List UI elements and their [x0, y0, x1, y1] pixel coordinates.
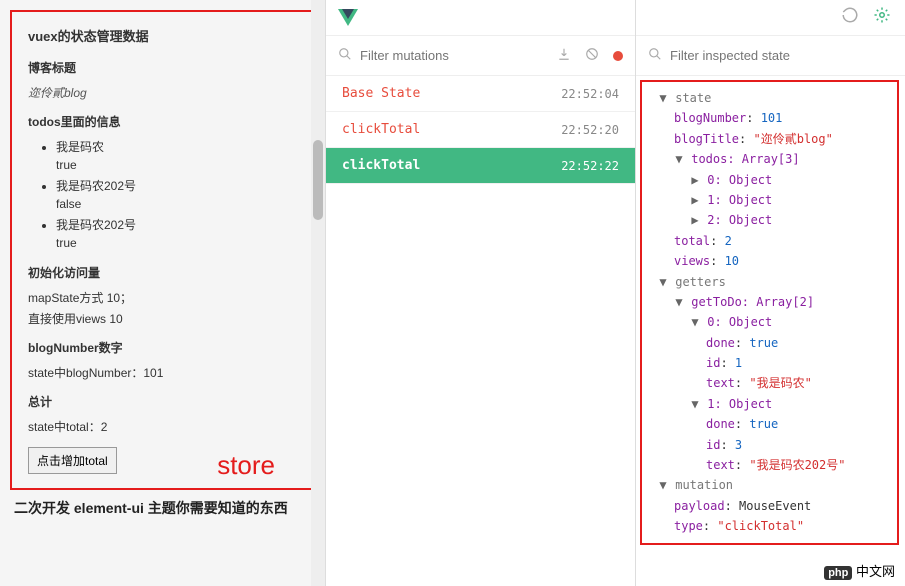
list-item: 我是码农202号false — [56, 177, 297, 213]
tree-section-mutation[interactable]: ▼ mutation — [644, 475, 893, 495]
tree-item[interactable]: blogNumber: 101 — [644, 108, 893, 128]
watermark: php php中文网中文网 — [824, 561, 895, 580]
tree-item[interactable]: ▼ 1: Object — [644, 394, 893, 414]
mutation-row[interactable]: Base State 22:52:04 — [326, 76, 635, 112]
tree-item[interactable]: ▼ todos: Array[3] — [644, 149, 893, 169]
mutation-name: clickTotal — [342, 158, 420, 173]
store-annotation: store — [217, 450, 275, 481]
tree-item[interactable]: ▼ getToDo: Array[2] — [644, 292, 893, 312]
tree-item[interactable]: ▶ 0: Object — [644, 170, 893, 190]
article-title: 二次开发 element-ui 主题你需要知道的东西 — [10, 490, 315, 518]
state-inspector-panel: ▼ state blogNumber: 101 blogTitle: "迩伶貳b… — [635, 0, 905, 586]
tree-item[interactable]: total: 2 — [644, 231, 893, 251]
devtools-header — [326, 0, 635, 36]
filter-state-input[interactable] — [670, 48, 893, 63]
scrollbar-thumb[interactable] — [313, 140, 323, 220]
tree-item[interactable]: blogTitle: "迩伶貳blog" — [644, 129, 893, 149]
search-icon — [338, 47, 352, 64]
mutation-time: 22:52:22 — [561, 159, 619, 173]
views-line1: mapState方式 10； — [28, 289, 297, 306]
mutation-name: Base State — [342, 86, 420, 101]
total-label: 总计 — [28, 393, 297, 410]
views-label: 初始化访问量 — [28, 264, 297, 281]
clear-icon[interactable] — [585, 47, 599, 64]
tree-section-state[interactable]: ▼ state — [644, 88, 893, 108]
vuex-tab-icon[interactable] — [873, 6, 891, 29]
refresh-icon[interactable] — [841, 6, 859, 29]
blog-title-value: 迩伶貳blog — [28, 84, 297, 101]
record-icon[interactable] — [613, 51, 623, 61]
tree-item[interactable]: done: true — [644, 333, 893, 353]
mutation-time: 22:52:04 — [561, 87, 619, 101]
list-item: 我是码农202号true — [56, 216, 297, 252]
blognum-line: state中blogNumber：101 — [28, 364, 297, 381]
todos-label: todos里面的信息 — [28, 113, 297, 130]
add-total-button[interactable]: 点击增加total — [28, 447, 117, 474]
views-line2: 直接使用views 10 — [28, 310, 297, 327]
mutations-panel: Base State 22:52:04 clickTotal 22:52:20 … — [325, 0, 635, 586]
left-panel: vuex的状态管理数据 博客标题 迩伶貳blog todos里面的信息 我是码农… — [0, 0, 325, 586]
state-filter-row — [636, 36, 905, 76]
store-demo-box: vuex的状态管理数据 博客标题 迩伶貳blog todos里面的信息 我是码农… — [10, 10, 315, 490]
download-icon[interactable] — [557, 47, 571, 64]
blog-title-label: 博客标题 — [28, 59, 297, 76]
mutation-name: clickTotal — [342, 122, 420, 137]
tree-item[interactable]: ▶ 2: Object — [644, 210, 893, 230]
todos-list: 我是码农true 我是码农202号false 我是码农202号true — [28, 138, 297, 252]
right-header — [636, 0, 905, 36]
tree-item[interactable]: views: 10 — [644, 251, 893, 271]
tree-item[interactable]: text: "我是码农" — [644, 373, 893, 393]
vue-logo-icon — [338, 9, 358, 26]
vuex-title: vuex的状态管理数据 — [28, 26, 297, 45]
tree-section-getters[interactable]: ▼ getters — [644, 272, 893, 292]
state-tree: ▼ state blogNumber: 101 blogTitle: "迩伶貳b… — [640, 80, 899, 545]
tree-item[interactable]: type: "clickTotal" — [644, 516, 893, 536]
blognum-label: blogNumber数字 — [28, 339, 297, 356]
mutation-row-selected[interactable]: clickTotal 22:52:22 — [326, 148, 635, 184]
mutation-time: 22:52:20 — [561, 123, 619, 137]
list-item: 我是码农true — [56, 138, 297, 174]
mutation-row[interactable]: clickTotal 22:52:20 — [326, 112, 635, 148]
search-icon — [648, 47, 662, 64]
tree-item[interactable]: ▼ 0: Object — [644, 312, 893, 332]
tree-item[interactable]: done: true — [644, 414, 893, 434]
tree-item[interactable]: payload: MouseEvent — [644, 496, 893, 516]
filter-mutations-input[interactable] — [360, 48, 549, 63]
total-line: state中total：2 — [28, 418, 297, 435]
tree-item[interactable]: id: 3 — [644, 435, 893, 455]
scrollbar-track[interactable] — [311, 0, 325, 586]
tree-item[interactable]: text: "我是码农202号" — [644, 455, 893, 475]
tree-item[interactable]: ▶ 1: Object — [644, 190, 893, 210]
mutations-filter-row — [326, 36, 635, 76]
tree-item[interactable]: id: 1 — [644, 353, 893, 373]
